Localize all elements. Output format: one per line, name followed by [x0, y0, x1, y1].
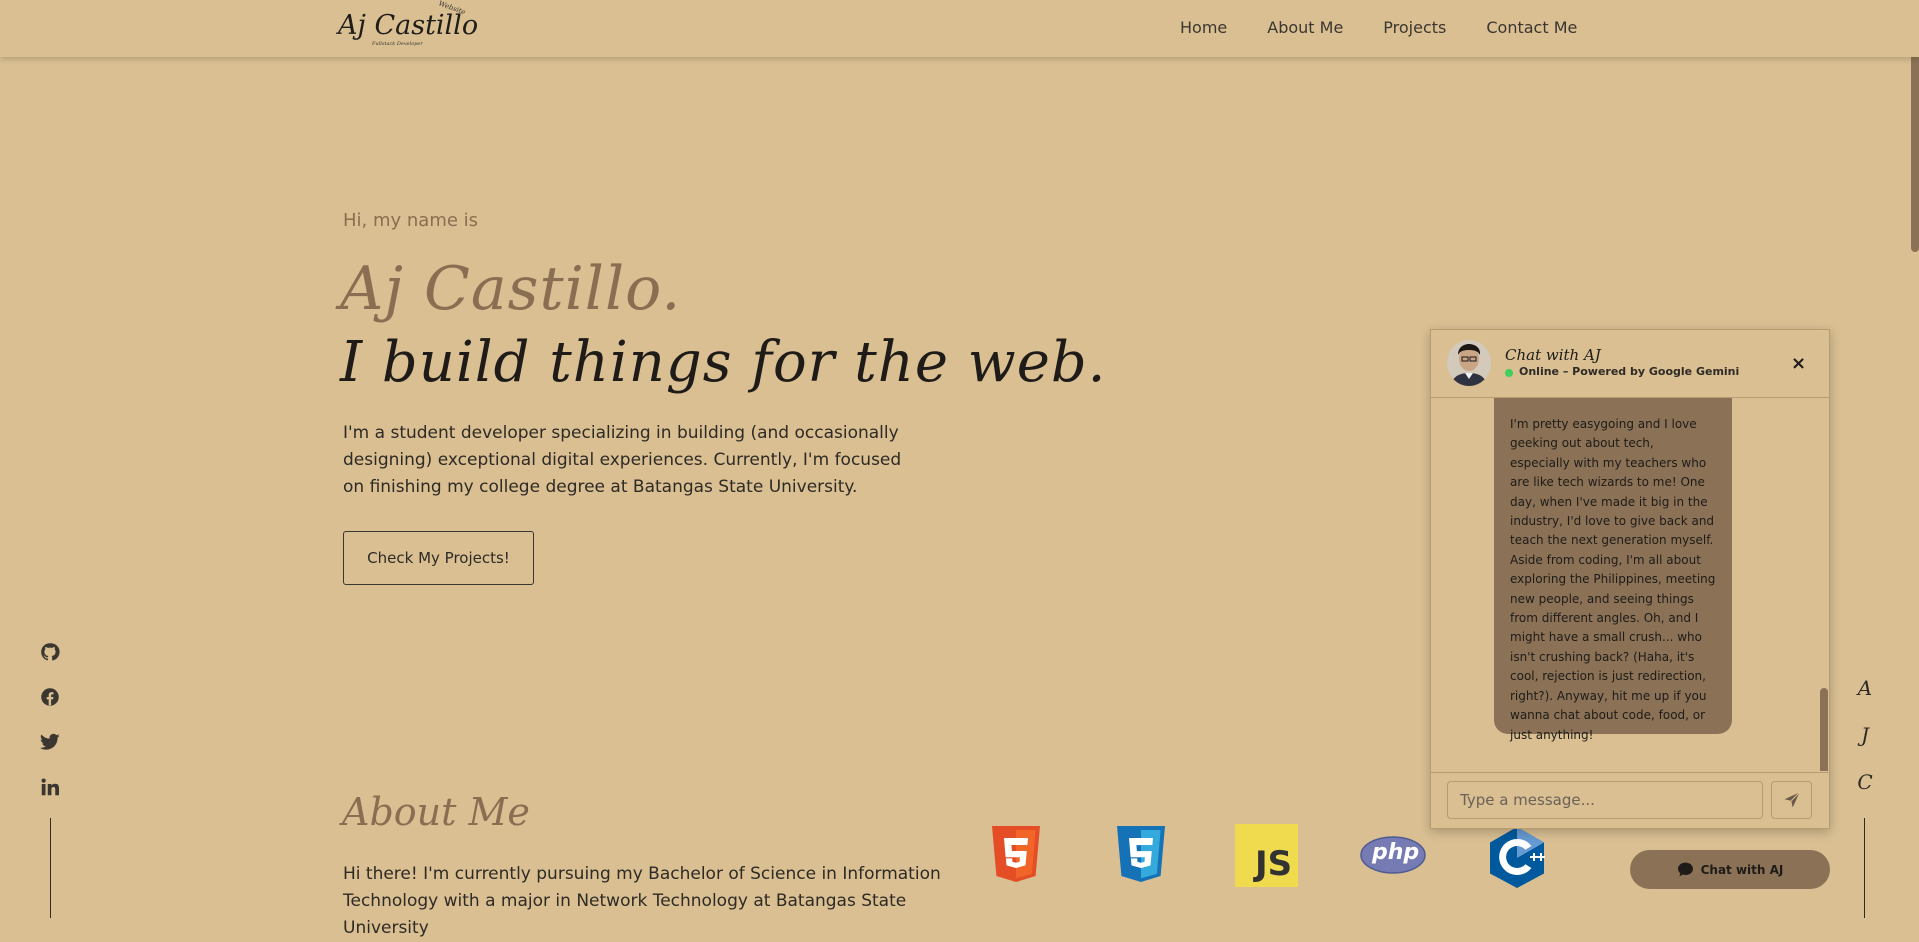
- logo-text: Aj Castillo: [338, 10, 479, 41]
- chat-toggle-label: Chat with AJ: [1700, 862, 1784, 877]
- css3-icon: [1113, 824, 1169, 892]
- php-label: php: [1372, 840, 1420, 865]
- facebook-icon[interactable]: [38, 685, 62, 709]
- chat-footer: [1431, 772, 1829, 829]
- hero-description: I'm a student developer specializing in …: [343, 423, 902, 497]
- github-icon[interactable]: [38, 640, 62, 664]
- close-icon[interactable]: ×: [1791, 353, 1806, 374]
- nav-contact[interactable]: Contact Me: [1486, 18, 1577, 37]
- side-monogram: A J C: [1854, 676, 1876, 817]
- send-icon: [1784, 792, 1800, 808]
- chat-header: Chat with AJ Online – Powered by Google …: [1431, 330, 1829, 398]
- chat-messages[interactable]: I'm pretty easygoing and I love geeking …: [1431, 398, 1829, 771]
- nav-projects[interactable]: Projects: [1383, 18, 1446, 37]
- side-letter-j: J: [1860, 723, 1870, 747]
- chat-message-input[interactable]: [1447, 781, 1763, 819]
- send-button[interactable]: [1771, 781, 1812, 819]
- logo[interactable]: Aj Castillo Website Fullstack Developer: [338, 0, 478, 52]
- chat-toggle-button[interactable]: Chat with AJ: [1630, 850, 1830, 889]
- social-links: [38, 640, 62, 820]
- chat-scrollbar[interactable]: [1820, 688, 1828, 771]
- hero-tagline: I build things for the web.: [340, 330, 1107, 395]
- nav-home[interactable]: Home: [1180, 18, 1227, 37]
- javascript-label: JS: [1255, 844, 1293, 884]
- avatar: [1447, 340, 1491, 386]
- logo-subtitle: Fullstack Developer: [372, 41, 423, 47]
- side-letter-c: C: [1857, 770, 1873, 794]
- php-icon: php: [1360, 836, 1426, 878]
- html5-icon: [988, 824, 1044, 892]
- about-heading: About Me: [342, 790, 530, 834]
- online-status-dot: [1505, 369, 1513, 377]
- chat-title: Chat with AJ: [1505, 346, 1601, 364]
- twitter-icon[interactable]: [38, 730, 62, 754]
- nav-about[interactable]: About Me: [1267, 18, 1343, 37]
- hero-greeting: Hi, my name is: [343, 210, 479, 231]
- check-projects-button[interactable]: Check My Projects!: [343, 531, 534, 585]
- navbar: Aj Castillo Website Fullstack Developer …: [0, 0, 1919, 57]
- about-text: Hi there! I'm currently pursuing my Bach…: [343, 864, 941, 938]
- chat-status: Online – Powered by Google Gemini: [1519, 365, 1740, 378]
- linkedin-icon[interactable]: [38, 775, 62, 799]
- side-letter-a: A: [1857, 676, 1873, 700]
- cpp-icon: [1487, 825, 1547, 893]
- chat-window: Chat with AJ Online – Powered by Google …: [1430, 329, 1830, 829]
- chat-bubble-icon: [1677, 862, 1693, 877]
- nav-links: Home About Me Projects Contact Me: [1180, 18, 1617, 37]
- javascript-icon: JS: [1235, 824, 1298, 887]
- right-divider-line: [1864, 818, 1865, 918]
- hero-name: Aj Castillo.: [340, 254, 682, 324]
- left-divider-line: [50, 818, 51, 918]
- chat-message-bubble: I'm pretty easygoing and I love geeking …: [1494, 398, 1732, 742]
